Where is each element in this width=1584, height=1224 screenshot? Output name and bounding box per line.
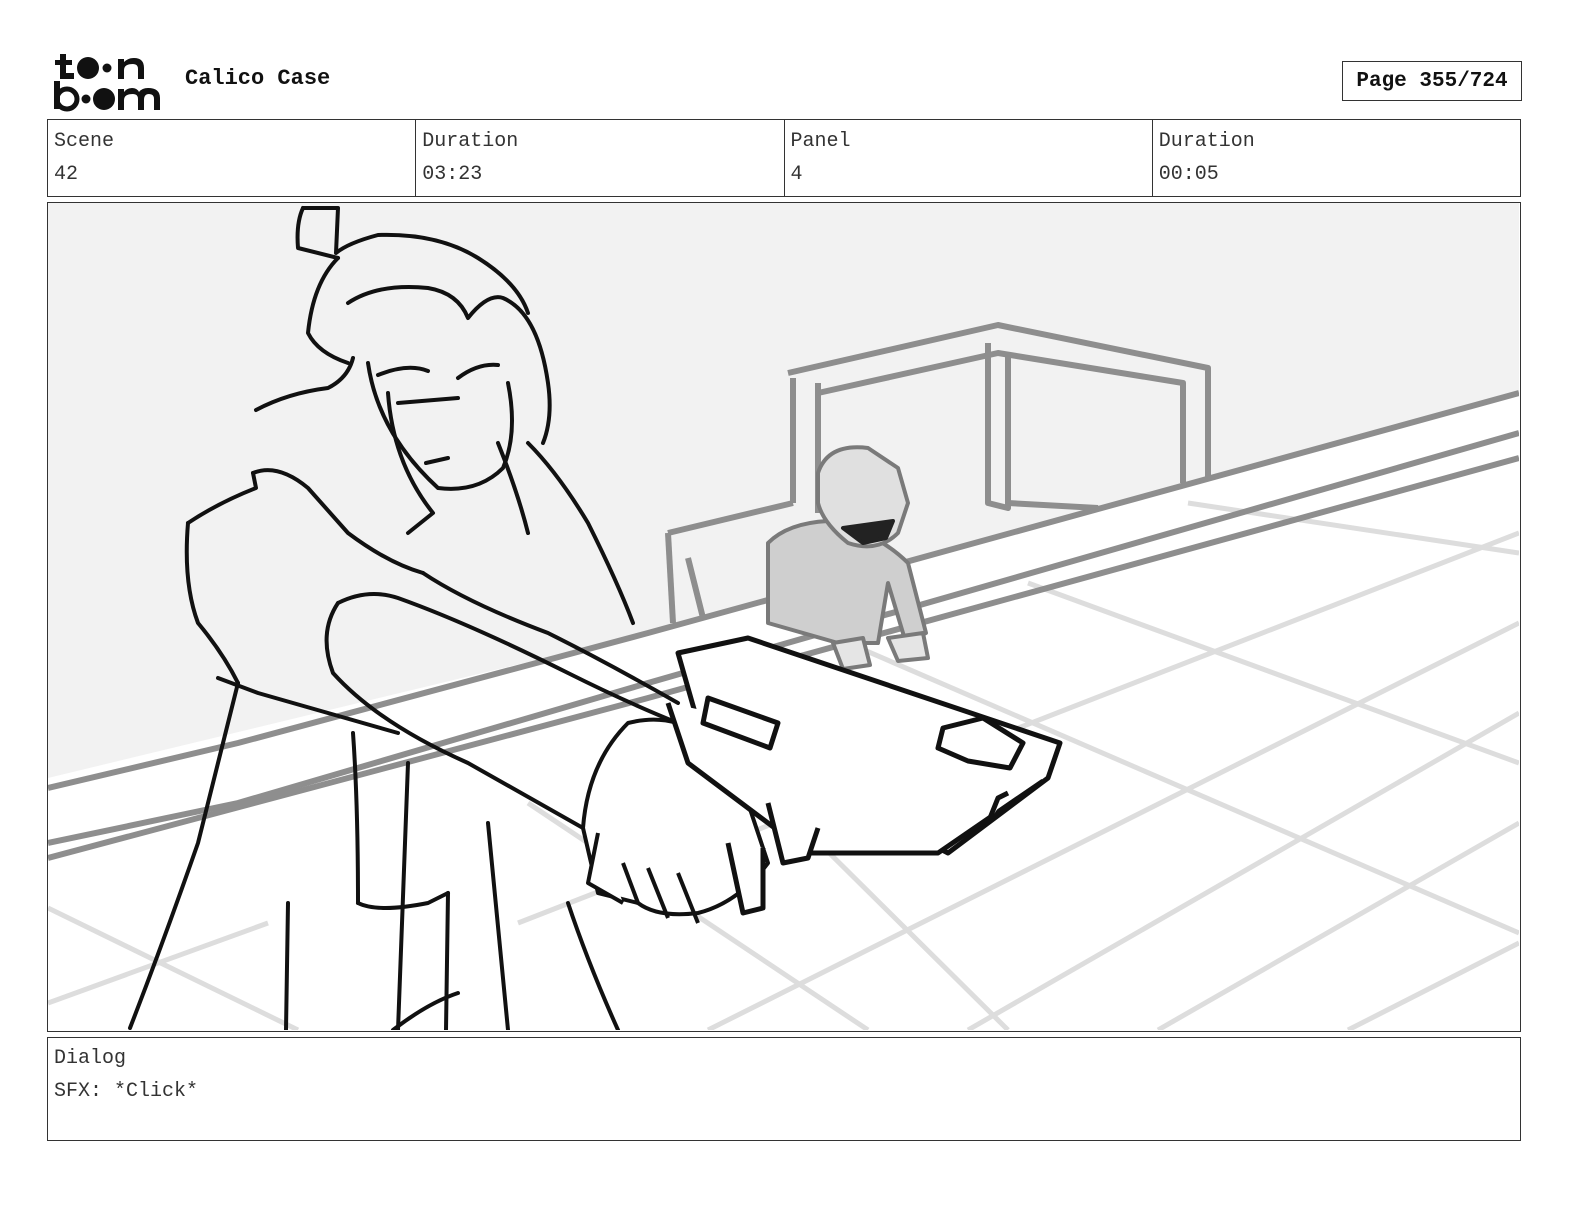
panel-cell: Panel 4 — [785, 120, 1153, 196]
storyboard-panel — [47, 202, 1521, 1032]
dialog-box: Dialog SFX: *Click* — [47, 1037, 1521, 1141]
dialog-text: SFX: *Click* — [54, 1080, 199, 1103]
dialog-label: Dialog — [54, 1047, 127, 1070]
toonboom-logo — [54, 54, 160, 112]
page-indicator: Page 355/724 — [1342, 61, 1522, 101]
panel-duration-cell: Duration 00:05 — [1153, 120, 1520, 196]
scene-duration-cell: Duration 03:23 — [416, 120, 785, 196]
scene-duration-label: Duration — [422, 130, 519, 153]
scene-value: 42 — [54, 163, 79, 186]
panel-sketch — [48, 203, 1519, 1030]
scene-duration-value: 03:23 — [422, 163, 483, 186]
project-title: Calico Case — [185, 66, 331, 91]
scene-cell: Scene 42 — [48, 120, 417, 196]
panel-label: Panel — [790, 130, 851, 153]
panel-value: 4 — [790, 163, 803, 186]
panel-duration-label: Duration — [1158, 130, 1255, 153]
scene-label: Scene — [54, 130, 115, 153]
panel-duration-value: 00:05 — [1158, 163, 1219, 186]
panel-info-table: Scene 42 Duration 03:23 Panel 4 Duration… — [47, 119, 1521, 197]
